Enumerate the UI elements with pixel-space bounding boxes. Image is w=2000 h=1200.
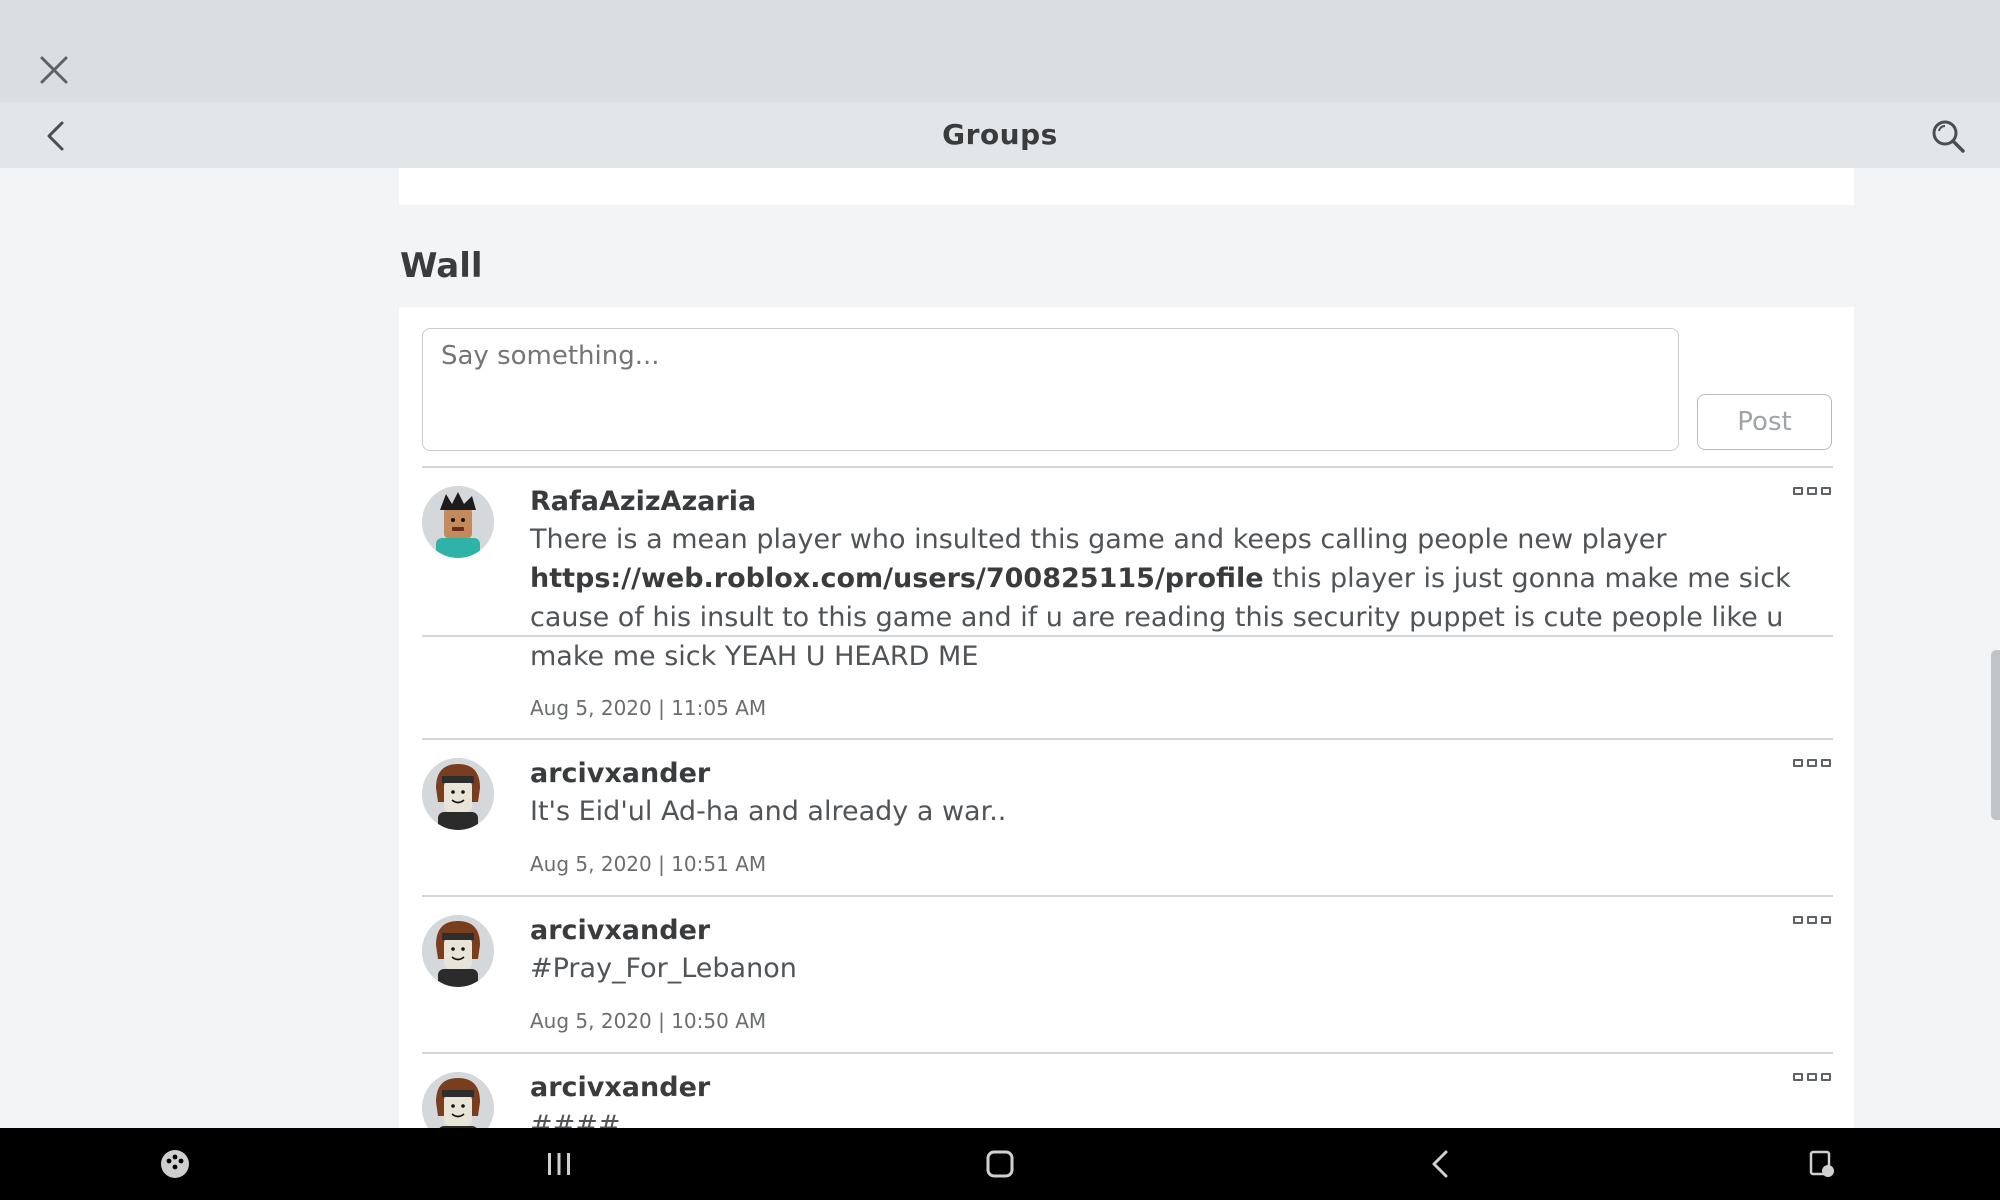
back-icon <box>1432 1150 1448 1178</box>
post-more-button[interactable] <box>1793 756 1831 770</box>
previous-section-card <box>399 168 1854 205</box>
nav-bar: Groups <box>0 102 2000 168</box>
dot-icon <box>1793 916 1803 924</box>
post-timestamp: Aug 5, 2020 | 10:50 AM <box>530 1009 767 1033</box>
dot-icon <box>1821 487 1831 495</box>
dot-icon <box>1807 487 1817 495</box>
wall-post: arcivxander #### <box>422 1052 1833 1128</box>
search-icon <box>1932 120 1965 153</box>
close-button[interactable] <box>36 52 72 88</box>
avatar[interactable] <box>422 486 494 558</box>
post-text-part: There is a mean player who insulted this… <box>530 524 1667 555</box>
post-username[interactable]: arcivxander <box>530 1072 710 1103</box>
system-back-button[interactable] <box>1418 1142 1462 1186</box>
post-text: There is a mean player who insulted this… <box>530 520 1830 676</box>
post-button[interactable]: Post <box>1697 394 1832 450</box>
avatar-image <box>422 486 494 558</box>
screenshot-icon <box>1809 1150 1834 1177</box>
post-username[interactable]: arcivxander <box>530 758 710 789</box>
screenshot-button[interactable] <box>1800 1142 1844 1186</box>
home-button[interactable] <box>978 1142 1022 1186</box>
dot-icon <box>1821 759 1831 767</box>
game-launcher-icon <box>161 1150 189 1178</box>
wall-heading: Wall <box>400 246 483 286</box>
dot-icon <box>1821 916 1831 924</box>
page-title: Groups <box>942 118 1058 151</box>
post-more-button[interactable] <box>1793 1070 1831 1084</box>
recent-apps-button[interactable] <box>537 1142 581 1186</box>
dot-icon <box>1821 1073 1831 1081</box>
post-username[interactable]: RafaAzizAzaria <box>530 486 756 517</box>
content-area[interactable]: Wall Post RafaAzizAzaria There is a mean… <box>0 168 2000 1128</box>
dot-icon <box>1807 1073 1817 1081</box>
post-text: It's Eid'ul Ad-ha and already a war.. <box>530 796 1007 827</box>
search-button[interactable] <box>1928 116 1968 156</box>
wall-post: arcivxander It's Eid'ul Ad-ha and alread… <box>422 738 1833 895</box>
window-top-strip <box>0 0 2000 102</box>
dot-icon <box>1793 1073 1803 1081</box>
recent-apps-icon <box>548 1153 570 1175</box>
avatar-image <box>422 758 494 830</box>
avatar[interactable] <box>422 758 494 830</box>
post-timestamp: Aug 5, 2020 | 11:05 AM <box>530 696 767 720</box>
game-launcher-button[interactable] <box>153 1142 197 1186</box>
post-timestamp: Aug 5, 2020 | 10:51 AM <box>530 852 767 876</box>
wall-post: arcivxander #Pray_For_Lebanon Aug 5, 202… <box>422 895 1833 1052</box>
avatar-image <box>422 1072 494 1128</box>
close-icon <box>40 56 68 84</box>
system-navigation-bar <box>0 1128 2000 1200</box>
post-more-button[interactable] <box>1793 484 1831 498</box>
dot-icon <box>1807 759 1817 767</box>
avatar[interactable] <box>422 915 494 987</box>
avatar-image <box>422 915 494 987</box>
dot-icon <box>1793 759 1803 767</box>
post-username[interactable]: arcivxander <box>530 915 710 946</box>
post-link[interactable]: https://web.roblox.com/users/700825115/p… <box>530 563 1264 594</box>
dot-icon <box>1793 487 1803 495</box>
wall-post-input[interactable] <box>422 328 1679 451</box>
post-more-button[interactable] <box>1793 913 1831 927</box>
avatar[interactable] <box>422 1072 494 1128</box>
scrollbar[interactable] <box>1991 650 2000 820</box>
dot-icon <box>1807 916 1817 924</box>
post-text: #### <box>530 1110 621 1128</box>
post-text: #Pray_For_Lebanon <box>530 953 797 984</box>
wall-post: RafaAzizAzaria There is a mean player wh… <box>422 466 1833 738</box>
home-icon <box>986 1150 1014 1178</box>
